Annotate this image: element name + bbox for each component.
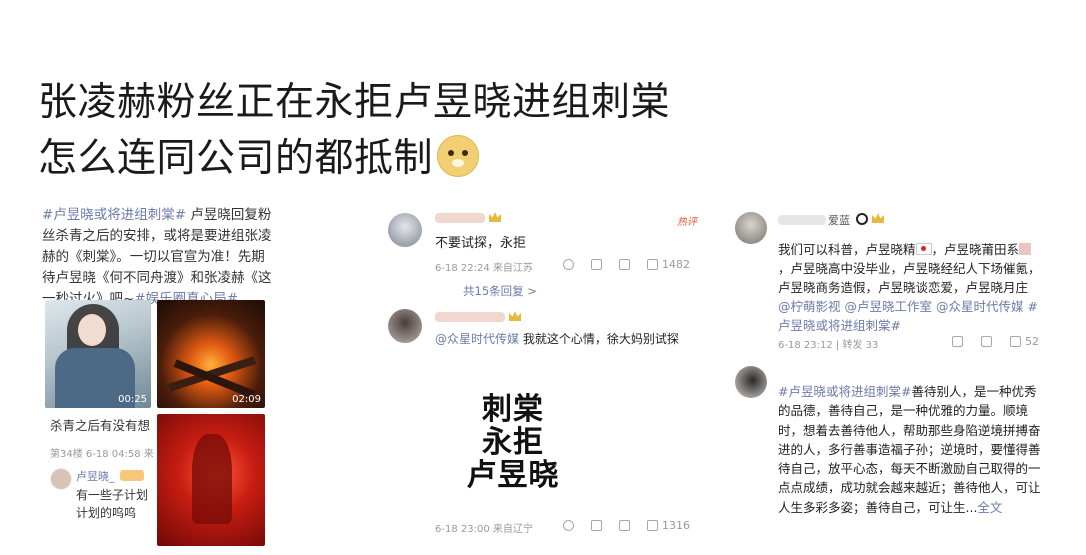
comment-actions: 52 bbox=[952, 335, 1039, 348]
like-count: 52 bbox=[1025, 335, 1039, 348]
more-icon[interactable] bbox=[563, 259, 574, 270]
right-comments-screenshot: 爱蓝 我们可以科普，卢昱晓精 ，卢昱晓莆田系 ，卢昱晓高中没毕业，卢昱晓经纪人下场催… bbox=[722, 210, 1052, 550]
person-face bbox=[78, 314, 106, 346]
like-button[interactable]: 1482 bbox=[647, 258, 690, 271]
poster-figure bbox=[192, 434, 232, 524]
comment-meta: 6-18 23:12 | 转发 33 bbox=[778, 340, 879, 351]
like-count: 1316 bbox=[662, 519, 690, 532]
drama-poster-image[interactable] bbox=[157, 414, 265, 546]
comment-text-a: 我们可以科普，卢昱晓精 bbox=[778, 242, 916, 257]
hashtag-link[interactable]: #卢昱晓或将进组刺棠# bbox=[42, 207, 186, 223]
hashtag-link[interactable]: #卢昱晓或将进组刺棠# bbox=[778, 384, 911, 399]
meme-line-1: 刺棠 bbox=[482, 392, 544, 427]
crown-icon bbox=[509, 311, 521, 321]
meme-image-text: 刺棠 永拒 卢昱晓 bbox=[453, 393, 573, 492]
post-body: 善待别人，是一种优秀的品德，善待自己，是一种优雅的力量。顺境时，想着去善待他人，… bbox=[778, 384, 1041, 515]
headline-line-2: 怎么连同公司的都抵制 bbox=[38, 134, 480, 184]
flag-emoji-icon bbox=[915, 243, 932, 255]
post-text: #卢昱晓或将进组刺棠#善待别人，是一种优秀的品德，善待自己，是一种优雅的力量。顺… bbox=[778, 382, 1043, 517]
video-duration: 00:25 bbox=[118, 394, 147, 405]
mention-link[interactable]: @众星时代传媒 bbox=[936, 299, 1024, 314]
video-thumbnail-1[interactable]: 00:25 bbox=[45, 300, 151, 408]
comment-text: 我们可以科普，卢昱晓精 ，卢昱晓莆田系 ，卢昱晓高中没毕业，卢昱晓经纪人下场催氪，卢… bbox=[778, 240, 1043, 335]
blurred-username[interactable] bbox=[778, 215, 826, 225]
like-button[interactable]: 52 bbox=[1010, 335, 1039, 348]
left-post-screenshot: #卢昱晓或将进组刺棠# 卢昱晓回复粉丝杀青之后的安排，或将是要进组张凌赫的《刺棠… bbox=[42, 205, 277, 550]
flag-circle bbox=[920, 246, 926, 251]
mention-link[interactable]: @众星时代传媒 bbox=[435, 332, 519, 346]
fan-badge bbox=[120, 470, 144, 481]
reply-caption: 杀青之后有没有想 bbox=[50, 418, 151, 433]
meme-line-2: 永拒 bbox=[482, 425, 544, 460]
headline-line-1: 张凌赫粉丝正在永拒卢昱晓进组刺棠 bbox=[38, 80, 671, 125]
comment-text: 不要试探，永拒 bbox=[435, 236, 527, 251]
comment-actions: 1482 bbox=[563, 258, 690, 271]
hospital-emoji-icon bbox=[1019, 243, 1032, 255]
reply-body: 我就这个心情，徐大妈别试探 bbox=[519, 332, 679, 346]
comment-meta: 6-18 22:24 来自江苏 bbox=[435, 263, 533, 274]
user-avatar[interactable] bbox=[50, 468, 72, 490]
doge-emoji-icon bbox=[437, 135, 480, 177]
panda-icon bbox=[856, 213, 868, 225]
comment-icon[interactable] bbox=[981, 336, 992, 347]
middle-comments-screenshot: 热评 不要试探，永拒 6-18 22:24 来自江苏 1482 共15条回复 >… bbox=[383, 205, 701, 550]
floor-meta: 第34楼 6-18 04:58 来 bbox=[50, 449, 154, 460]
thumbs-up-icon bbox=[647, 520, 658, 531]
hot-comment-badge: 热评 bbox=[677, 217, 697, 228]
expand-full-text-link[interactable]: 全文 bbox=[977, 500, 1002, 515]
mention-link[interactable]: @柠萌影视 bbox=[778, 299, 841, 314]
blurred-username[interactable] bbox=[435, 213, 485, 223]
meme-line-3: 卢昱晓 bbox=[466, 458, 560, 493]
crown-icon bbox=[489, 212, 501, 222]
user-avatar[interactable] bbox=[388, 309, 422, 343]
blurred-username[interactable] bbox=[435, 312, 505, 322]
reply-text: 有一些子计划计划的呜呜 bbox=[76, 488, 149, 520]
share-icon[interactable] bbox=[591, 520, 602, 531]
reply-username[interactable]: 卢昱晓_ bbox=[76, 468, 115, 484]
comment-actions: 1316 bbox=[563, 519, 690, 532]
comment-icon[interactable] bbox=[619, 259, 630, 270]
crown-icon bbox=[872, 213, 884, 223]
username[interactable]: 爱蓝 bbox=[828, 212, 850, 228]
comment-meta: 6-18 23:00 来自辽宁 bbox=[435, 524, 533, 535]
comment-text-b: ，卢昱晓莆田系 bbox=[931, 242, 1020, 257]
user-avatar[interactable] bbox=[735, 212, 767, 244]
share-icon[interactable] bbox=[591, 259, 602, 270]
comment-text-c: ，卢昱晓高中没毕业，卢昱晓经纪人下场催氪，卢昱晓商务造假，卢昱晓谈恋爱，卢昱晓月… bbox=[778, 261, 1041, 295]
left-post-text: #卢昱晓或将进组刺棠# 卢昱晓回复粉丝杀青之后的安排，或将是要进组张凌赫的《刺棠… bbox=[42, 205, 274, 310]
comment-icon[interactable] bbox=[619, 520, 630, 531]
video-duration: 02:09 bbox=[232, 394, 261, 405]
share-icon[interactable] bbox=[952, 336, 963, 347]
headline-line-2-text: 怎么连同公司的都抵制 bbox=[38, 136, 434, 181]
mention-link[interactable]: @卢昱晓工作室 bbox=[845, 299, 933, 314]
like-count: 1482 bbox=[662, 258, 690, 271]
thumbs-up-icon bbox=[647, 259, 658, 270]
user-avatar[interactable] bbox=[735, 366, 767, 398]
user-avatar[interactable] bbox=[388, 213, 422, 247]
more-icon[interactable] bbox=[563, 520, 574, 531]
thumbs-up-icon bbox=[1010, 336, 1021, 347]
video-thumbnail-2[interactable]: 02:09 bbox=[157, 300, 265, 408]
like-button[interactable]: 1316 bbox=[647, 519, 690, 532]
reply-text: @众星时代传媒 我就这个心情，徐大妈别试探 bbox=[435, 330, 695, 348]
view-replies-link[interactable]: 共15条回复 > bbox=[463, 283, 537, 299]
